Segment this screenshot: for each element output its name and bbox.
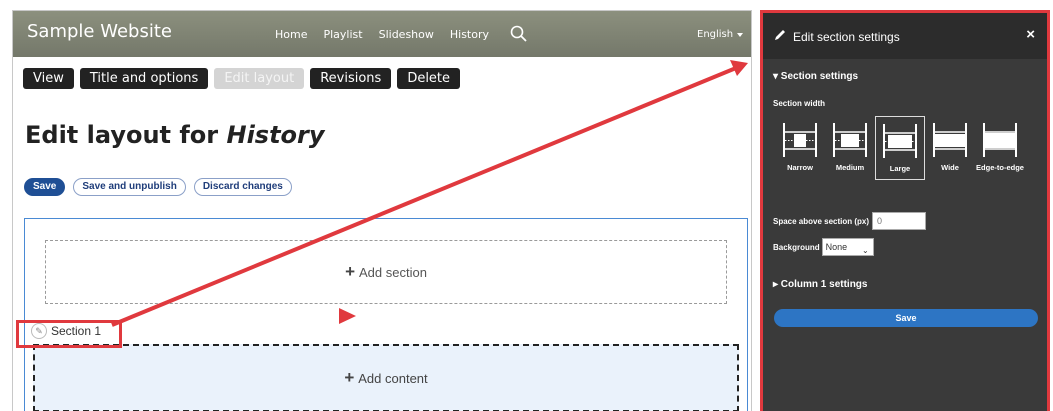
tab-title-and-options[interactable]: Title and options [79, 68, 209, 89]
page-title-node: History [226, 121, 325, 149]
space-above-row: Space above section (px) [773, 212, 927, 230]
width-option-label: Large [889, 164, 911, 173]
width-option-edge-to-edge[interactable]: Edge-to-edge [975, 116, 1025, 180]
wide-width-icon [933, 123, 967, 157]
nav-playlist[interactable]: Playlist [323, 28, 362, 41]
section-width-label: Section width [773, 99, 825, 108]
width-option-label: Wide [941, 163, 959, 172]
section-settings-toggle[interactable]: ▾ Section settings [773, 71, 858, 82]
plus-icon: + [345, 262, 355, 281]
tab-edit-layout[interactable]: Edit layout [214, 68, 305, 89]
width-option-medium[interactable]: Medium [825, 116, 875, 180]
edge-to-edge-width-icon [983, 123, 1017, 157]
pencil-icon [775, 30, 785, 40]
background-select-value: None [825, 242, 848, 252]
width-option-label: Medium [835, 163, 865, 172]
large-width-icon [883, 124, 917, 158]
width-option-label: Narrow [787, 163, 813, 172]
save-layout-button[interactable]: Save [24, 178, 66, 196]
close-icon[interactable]: × [1026, 26, 1035, 43]
width-option-wide[interactable]: Wide [925, 116, 975, 180]
panel-title: Edit section settings [793, 30, 900, 44]
add-content-region[interactable]: + Add content [33, 344, 739, 411]
layout-actions: Save Save and unpublish Discard changes [24, 178, 292, 196]
save-unpublish-button[interactable]: Save and unpublish [73, 178, 186, 196]
section-settings-panel: Edit section settings × ▾ Section settin… [760, 10, 1050, 411]
local-tasks: View Title and options Edit layout Revis… [23, 68, 461, 89]
space-above-input[interactable] [872, 212, 927, 230]
annotation-highlight-box [16, 320, 122, 348]
add-content-label: Add content [358, 370, 428, 386]
stage: Sample Website Home Playlist Slideshow H… [0, 0, 1053, 411]
plus-icon: + [344, 368, 355, 387]
tab-revisions[interactable]: Revisions [310, 68, 392, 89]
background-select[interactable]: None ⌄ [821, 238, 874, 256]
page-title: Edit layout for History [25, 121, 325, 149]
language-switcher[interactable]: English [697, 29, 733, 40]
add-section-label: Add section [359, 264, 427, 280]
panel-header: Edit section settings × [763, 13, 1047, 59]
narrow-width-icon [783, 123, 817, 157]
chevron-down-icon [737, 33, 743, 37]
nav-history[interactable]: History [450, 28, 489, 41]
nav-home[interactable]: Home [275, 28, 307, 41]
medium-width-icon [833, 123, 867, 157]
column-settings-toggle[interactable]: ▸ Column 1 settings [773, 279, 867, 290]
width-option-narrow[interactable]: Narrow [775, 116, 825, 180]
search-icon[interactable] [509, 24, 529, 44]
space-above-label: Space above section (px) [773, 216, 870, 226]
width-option-label: Edge-to-edge [976, 163, 1024, 172]
chevron-down-icon: ⌄ [861, 246, 869, 255]
page-title-prefix: Edit layout for [25, 121, 227, 149]
width-option-large[interactable]: Large [875, 116, 925, 180]
background-row: Background None ⌄ [773, 238, 874, 256]
layout-builder: + Add section ✎ Section 1 + Add content [24, 218, 748, 411]
background-label: Background [773, 242, 820, 252]
discard-changes-button[interactable]: Discard changes [193, 178, 292, 196]
add-section-link[interactable]: + Add section [45, 240, 727, 304]
main-nav: Home Playlist Slideshow History [275, 28, 489, 41]
section-width-options: Narrow Medium Large Wide Edge-to-edge [775, 116, 1025, 180]
save-section-button[interactable]: Save [774, 309, 1038, 327]
site-header: Sample Website Home Playlist Slideshow H… [13, 11, 751, 57]
site-name[interactable]: Sample Website [27, 21, 172, 42]
tab-view[interactable]: View [23, 68, 74, 89]
site-frame: Sample Website Home Playlist Slideshow H… [12, 10, 752, 411]
tab-delete[interactable]: Delete [397, 68, 461, 89]
nav-slideshow[interactable]: Slideshow [379, 28, 434, 41]
